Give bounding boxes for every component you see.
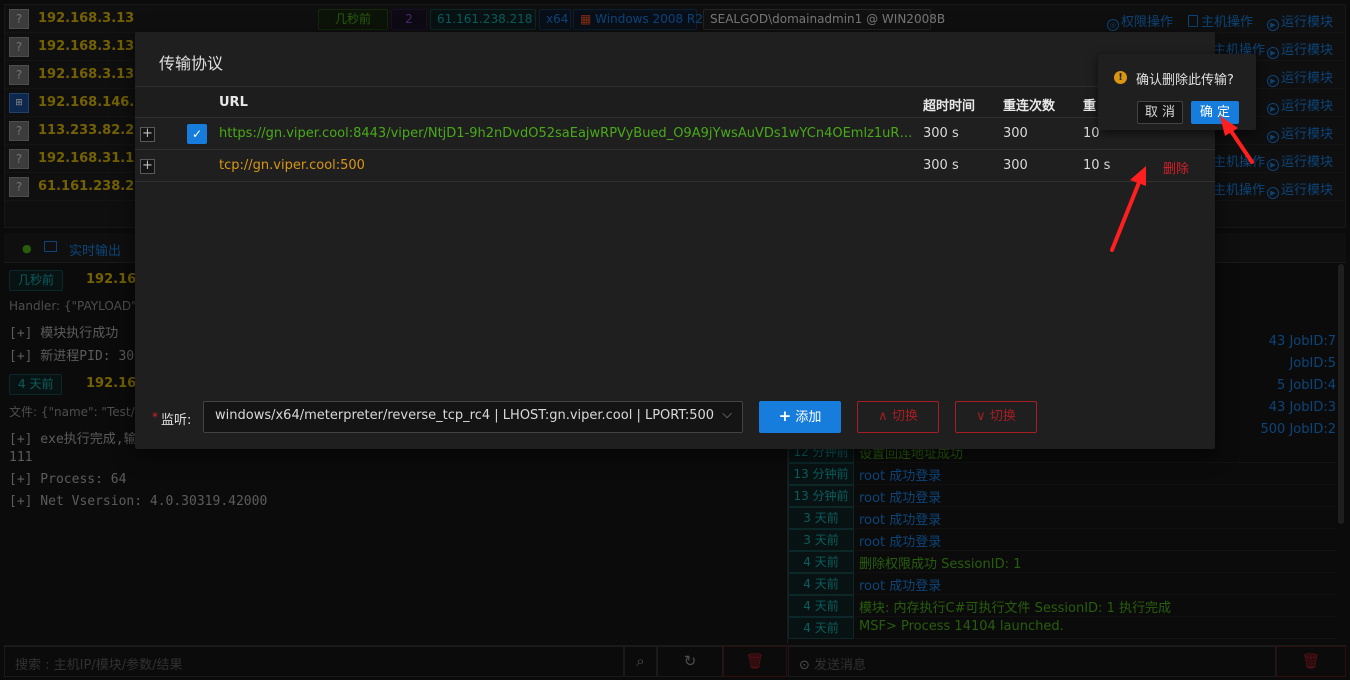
column-timeout: 超时时间 (923, 99, 976, 114)
add-transport-button[interactable]: + 添加 (759, 401, 841, 433)
chevron-down-icon: ⌵ (722, 407, 732, 422)
delete-transport-link[interactable]: 删除 (1163, 158, 1189, 177)
transport-retries: 300 (1003, 126, 1028, 141)
transport-url: tcp://gn.viper.cool:500 (219, 158, 365, 173)
expand-row-button[interactable]: + (140, 159, 155, 174)
delete-popconfirm: ! 确认删除此传输? 取 消 确 定 (1098, 54, 1256, 130)
switch-previous-button[interactable]: ∧ 切换 (857, 401, 939, 433)
popconfirm-message: 确认删除此传输? (1136, 73, 1234, 88)
switch-previous-label: 切换 (891, 409, 918, 424)
switch-next-button[interactable]: ∨ 切换 (955, 401, 1037, 433)
column-url: URL (219, 95, 248, 110)
column-retry-wait: 重 (1083, 99, 1097, 114)
required-mark: * (152, 410, 158, 424)
add-transport-label: 添加 (795, 410, 822, 425)
column-retries: 重连次数 (1003, 99, 1056, 114)
transport-row: + ✓ https://gn.viper.cool:8443/viper/Ntj… (135, 118, 1215, 150)
listener-select-value: windows/x64/meterpreter/reverse_tcp_rc4 … (215, 408, 715, 423)
modal-title: 传输协议 (159, 54, 224, 73)
expand-row-button[interactable]: + (140, 127, 155, 142)
confirm-button[interactable]: 确 定 (1191, 101, 1239, 124)
listen-label: 监听: (161, 413, 192, 428)
transport-modal: 传输协议 URL 超时时间 重连次数 重 + ✓ https://gn.vipe… (135, 32, 1215, 449)
transport-retry-wait: 10 s (1083, 158, 1111, 173)
current-transport-checkbox[interactable]: ✓ (187, 124, 207, 144)
listener-select[interactable]: windows/x64/meterpreter/reverse_tcp_rc4 … (203, 401, 743, 433)
transport-retries: 300 (1003, 158, 1028, 173)
plus-icon: + (778, 407, 792, 425)
transport-timeout: 300 s (923, 158, 959, 173)
transport-table-header: URL 超时时间 重连次数 重 (135, 86, 1215, 118)
transport-row: + tcp://gn.viper.cool:500 300 s 300 10 s… (135, 150, 1215, 182)
warning-icon: ! (1114, 71, 1127, 84)
transport-timeout: 300 s (923, 126, 959, 141)
cancel-button[interactable]: 取 消 (1137, 101, 1183, 124)
transport-url: https://gn.viper.cool:8443/viper/NtjD1-9… (219, 126, 915, 141)
chevron-down-icon: ∨ (976, 409, 986, 424)
switch-next-label: 切换 (989, 409, 1016, 424)
chevron-up-icon: ∧ (878, 409, 888, 424)
check-icon: ✓ (191, 127, 203, 141)
